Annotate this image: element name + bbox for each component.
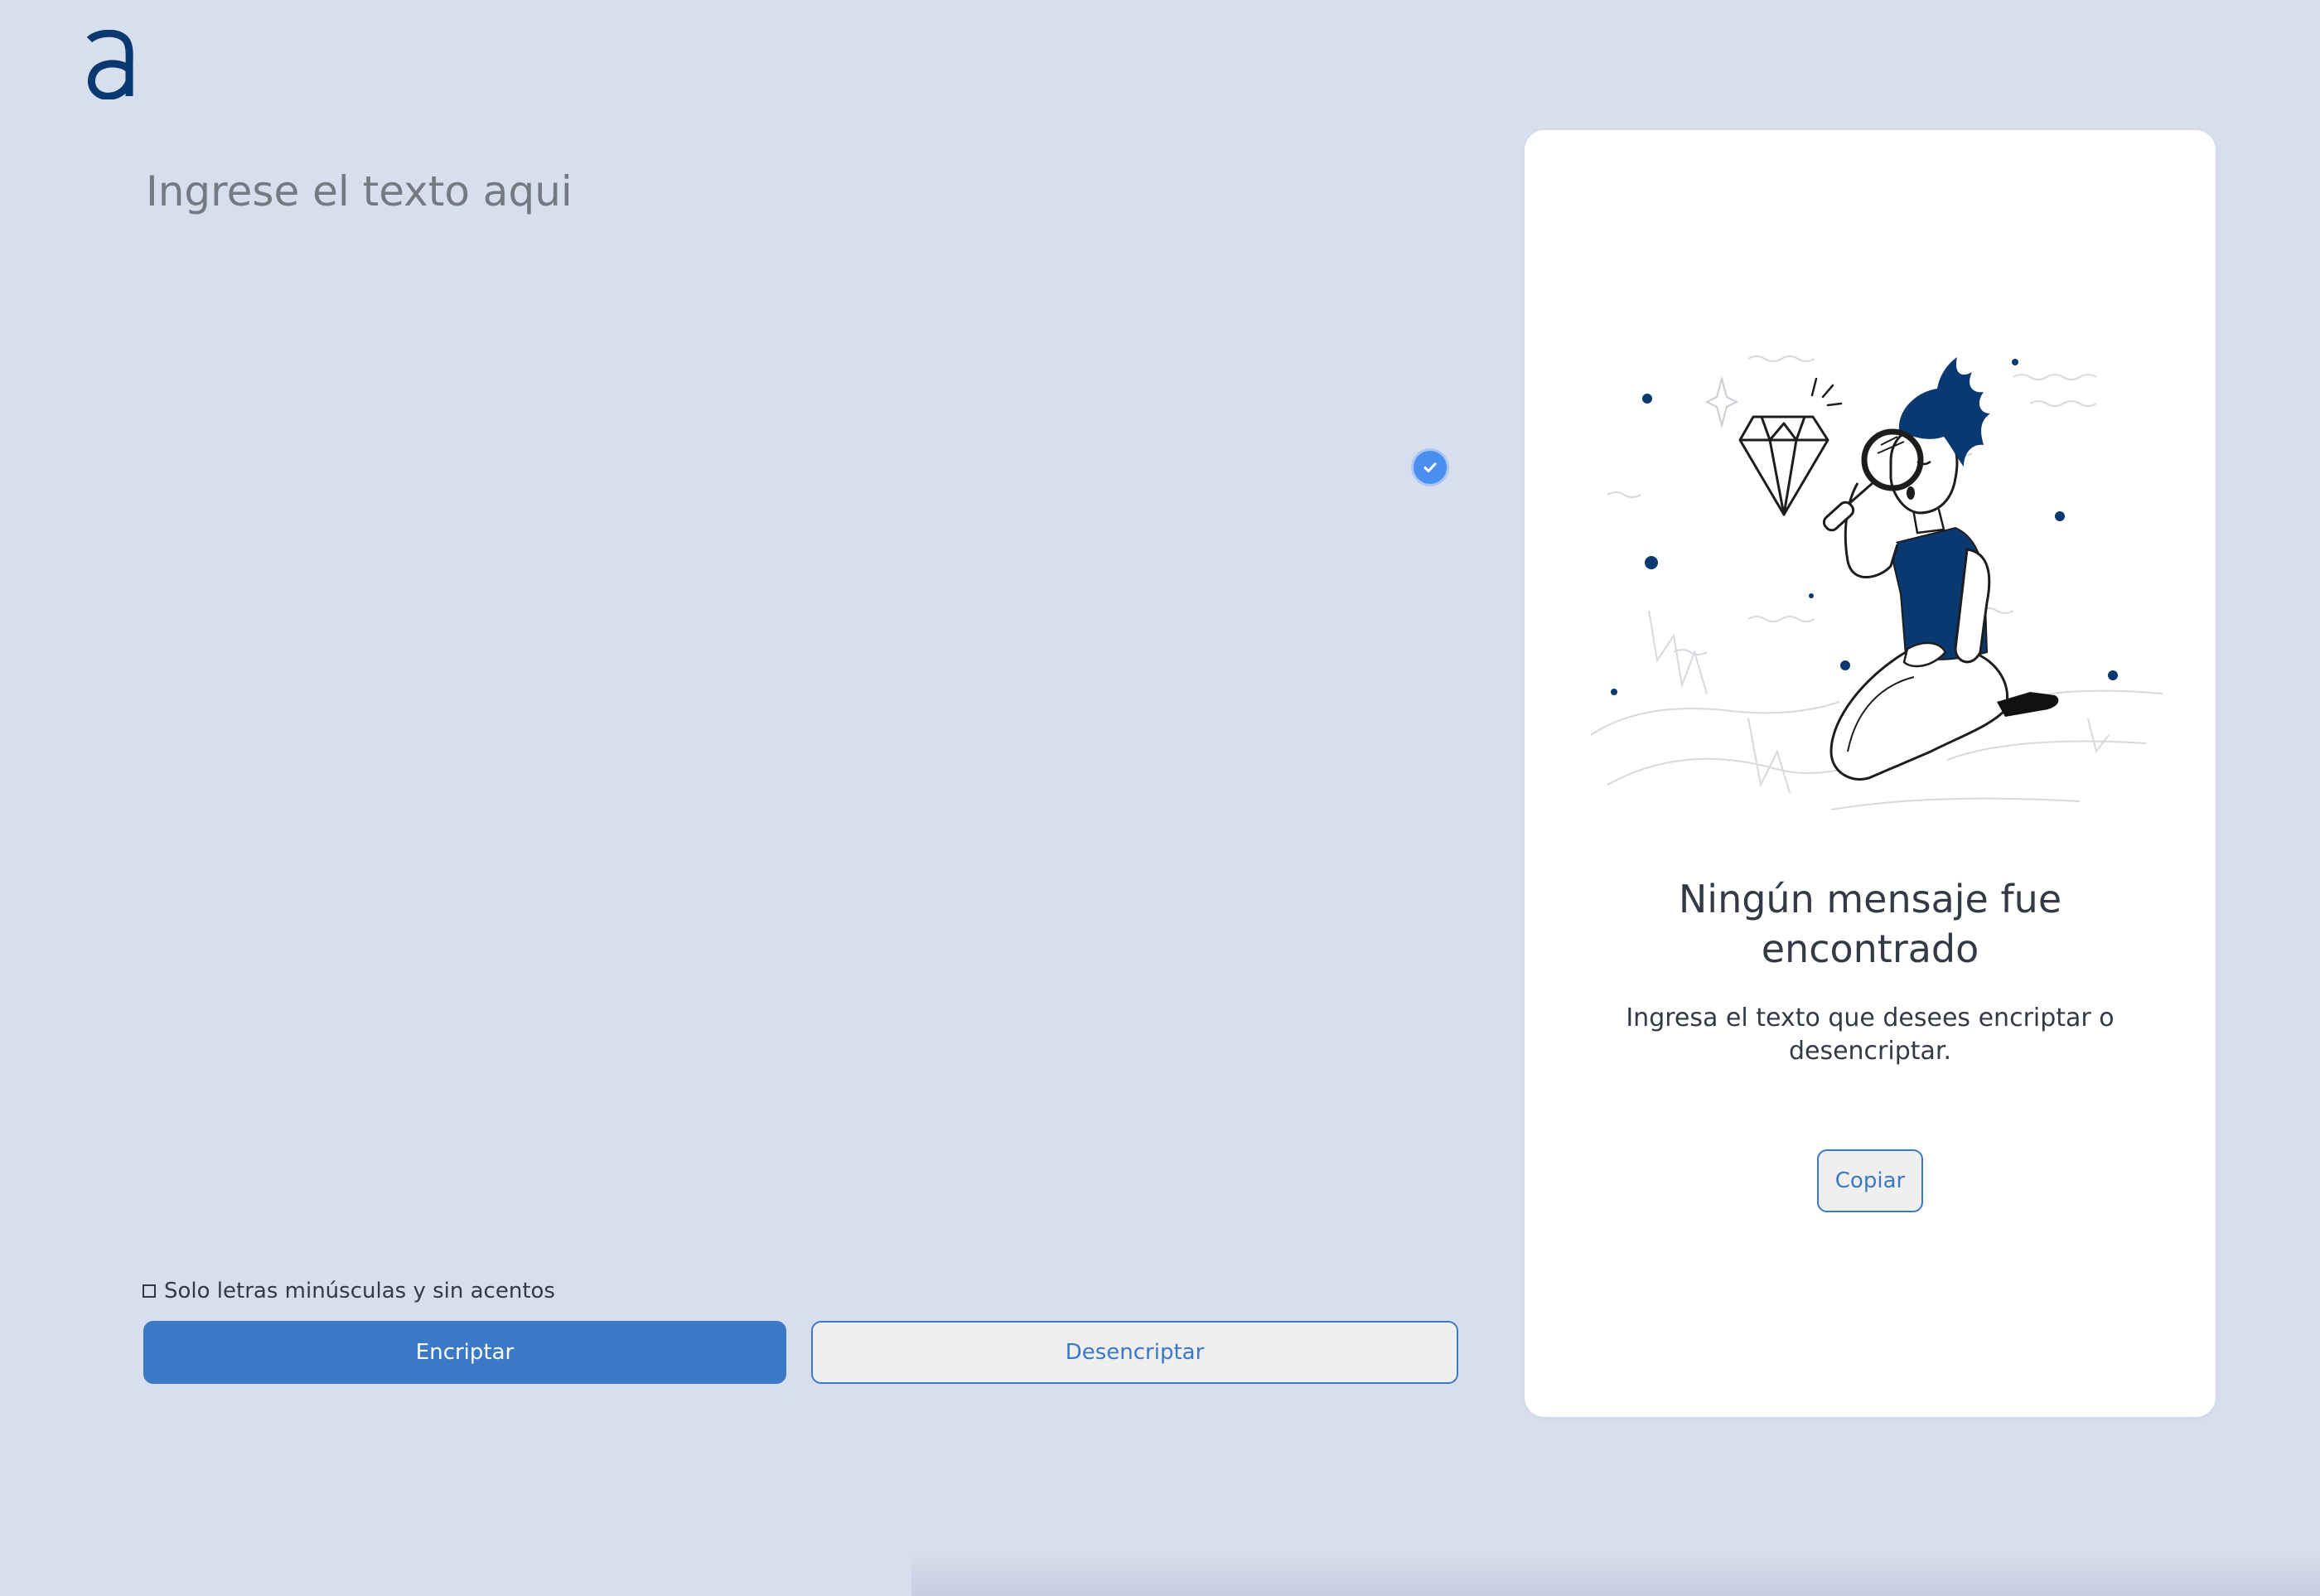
- person-searching-diamond-illustration: [1590, 355, 2163, 810]
- hint-text: Solo letras minúsculas y sin acentos: [164, 1279, 555, 1303]
- encrypt-button[interactable]: Encriptar: [143, 1321, 786, 1384]
- output-title: Ningún mensaje fue encontrado: [1678, 877, 2062, 971]
- text-input[interactable]: [146, 162, 1438, 1223]
- hint-square-icon: [143, 1284, 156, 1298]
- decrypt-button[interactable]: Desencriptar: [811, 1321, 1458, 1384]
- copy-button[interactable]: Copiar: [1817, 1149, 1923, 1212]
- input-hint: Solo letras minúsculas y sin acentos: [143, 1274, 555, 1308]
- grammar-check-badge[interactable]: [1414, 451, 1447, 484]
- alura-logo-icon: [86, 29, 133, 100]
- bottom-shadow: [911, 1550, 2320, 1596]
- output-panel: Ningún mensaje fue encontrado Ingresa el…: [1525, 130, 2216, 1417]
- output-description: Ingresa el texto que desees encriptar o …: [1626, 1004, 2115, 1066]
- alura-logo[interactable]: [83, 29, 136, 100]
- checkmark-icon: [1423, 462, 1437, 472]
